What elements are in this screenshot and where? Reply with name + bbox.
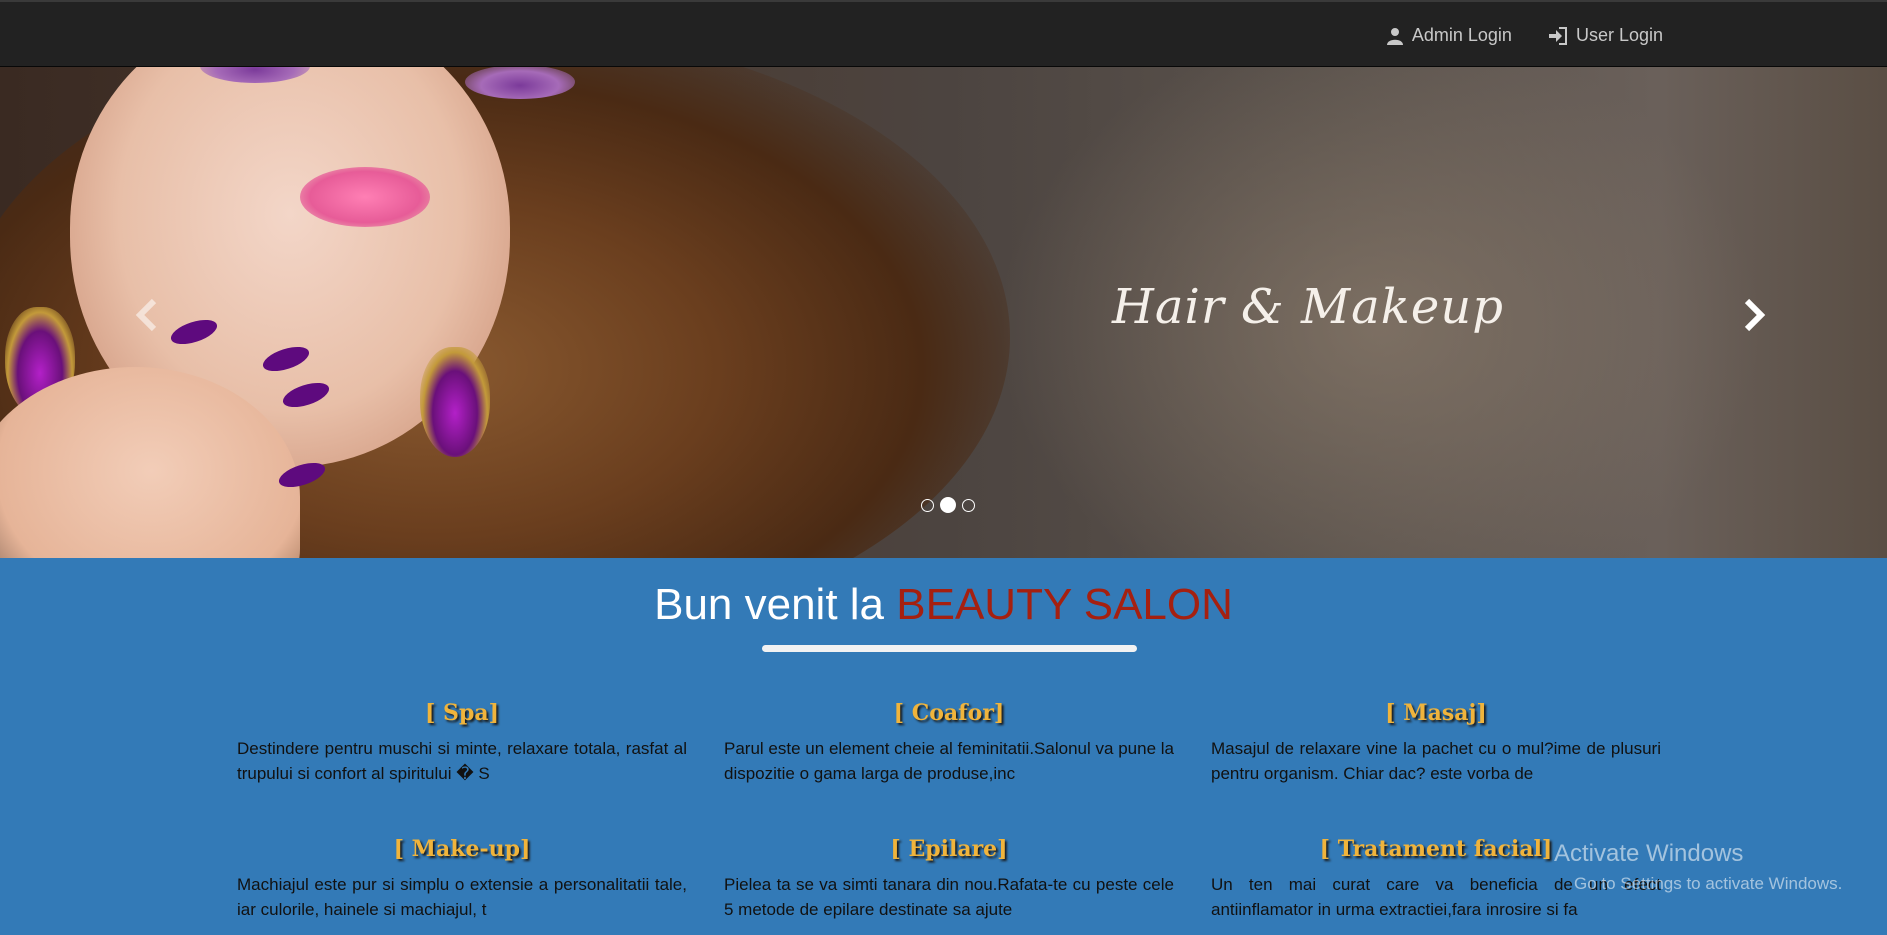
service-title[interactable]: [ Masaj] [1211,700,1661,726]
service-description: Masajul de relaxare vine la pachet cu o … [1211,739,1661,783]
top-navbar: Admin Login User Login [0,0,1887,67]
hero-carousel: Hair & Makeup [0,67,1887,558]
service-description: Machiajul este pur si simplu o extensie … [237,875,687,919]
service-title[interactable]: [ Make-up] [237,836,687,862]
carousel-indicator-active[interactable] [940,497,956,513]
carousel-indicator[interactable] [962,498,975,512]
watermark-title: Activate Windows [1554,840,1744,867]
carousel-prev-arrow[interactable] [128,295,168,335]
carousel-caption: Hair & Makeup [1112,279,1504,335]
brand-name: BEAUTY SALON [896,580,1233,629]
admin-login-link[interactable]: Admin Login [1386,25,1512,46]
user-login-label: User Login [1575,25,1663,45]
service-card-make-up: [ Make-up] Machiajul este pur si simplu … [237,836,687,922]
user-icon [1386,27,1403,45]
heading-underline [762,645,1137,652]
carousel-next-arrow[interactable] [1733,295,1773,335]
service-description: Pielea ta se va simti tanara din nou.Raf… [724,875,1174,919]
service-title[interactable]: [ Spa] [237,700,687,726]
login-icon [1548,26,1567,45]
service-description: Parul este un element cheie al feminitat… [724,739,1174,783]
carousel-indicator[interactable] [921,498,934,512]
service-card-spa: [ Spa] Destindere pentru muschi si minte… [237,700,687,786]
service-card-coafor: [ Coafor] Parul este un element cheie al… [724,700,1174,786]
nav-links: Admin Login User Login [1350,2,1663,69]
service-card-masaj: [ Masaj] Masajul de relaxare vine la pac… [1211,700,1661,786]
service-description: Destindere pentru muschi si minte, relax… [237,739,687,783]
service-title[interactable]: [ Epilare] [724,836,1174,862]
service-title[interactable]: [ Coafor] [724,700,1174,726]
hero-image-eye-left [200,67,310,83]
service-card-epilare: [ Epilare] Pielea ta se va simti tanara … [724,836,1174,922]
hero-image-lips [300,167,430,227]
welcome-heading: Bun venit la BEAUTY SALON [0,580,1887,630]
welcome-prefix: Bun venit la [654,580,885,629]
activate-windows-watermark: Activate Windows Go to Settings to activ… [1554,840,1842,894]
carousel-indicators [921,497,981,513]
admin-login-label: Admin Login [1411,25,1512,45]
user-login-link[interactable]: User Login [1548,25,1663,46]
hero-image-earring-right [420,347,490,457]
watermark-subtitle: Go to Settings to activate Windows. [1574,874,1843,893]
